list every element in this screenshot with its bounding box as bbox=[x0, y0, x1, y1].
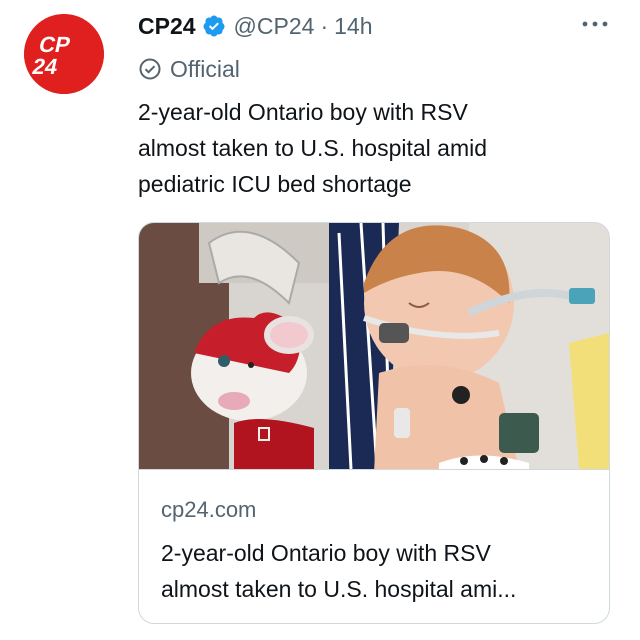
check-circle-icon bbox=[139, 58, 161, 80]
separator: · bbox=[320, 12, 329, 39]
tweet-text: 2-year-old Ontario boy with RSV almost t… bbox=[138, 99, 487, 197]
link-card[interactable]: cp24.com 2-year-old Ontario boy with RSV… bbox=[138, 222, 610, 624]
more-horizontal-icon bbox=[582, 21, 608, 27]
avatar[interactable]: CP 24 bbox=[24, 14, 104, 94]
card-image[interactable] bbox=[139, 223, 609, 470]
author-name[interactable]: CP24 bbox=[138, 13, 196, 40]
official-label: Official bbox=[138, 54, 240, 84]
more-options-button[interactable] bbox=[580, 12, 610, 36]
card-title: 2-year-old Ontario boy with RSV almost t… bbox=[161, 540, 517, 602]
tweet-header: CP24 @CP24 · 14h bbox=[138, 10, 372, 42]
card-domain: cp24.com bbox=[161, 497, 257, 522]
verified-badge-icon bbox=[202, 14, 226, 38]
official-label-text: Official bbox=[170, 55, 240, 82]
author-handle[interactable]: @CP24 bbox=[234, 13, 315, 40]
cp24-logo: CP 24 bbox=[24, 14, 104, 94]
timestamp[interactable]: 14h bbox=[334, 13, 372, 40]
